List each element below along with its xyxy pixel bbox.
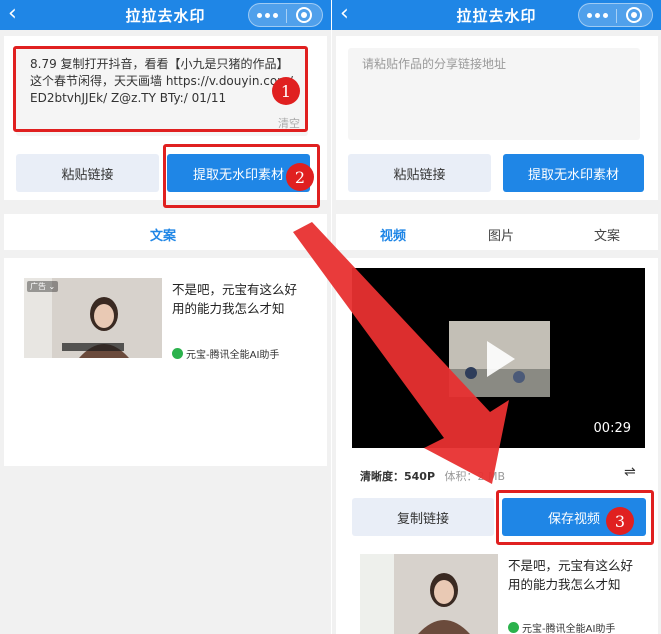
step-badge-1: 1 — [272, 77, 300, 105]
step-badge-2: 2 — [286, 163, 314, 191]
step-badge-3: 3 — [606, 507, 634, 535]
highlight-box-input — [13, 46, 308, 132]
